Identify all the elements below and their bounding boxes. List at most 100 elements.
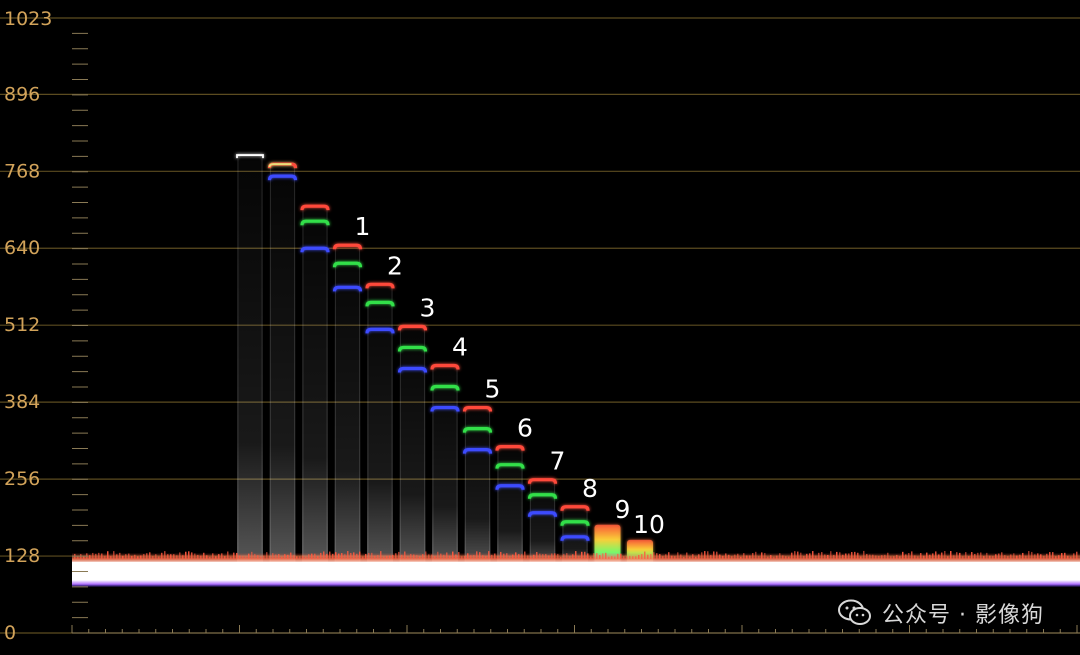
noise-speckle — [506, 553, 508, 559]
noise-speckle — [974, 554, 976, 559]
noise-speckle — [830, 551, 832, 559]
column-label: 4 — [452, 332, 468, 361]
noise-speckle — [224, 556, 226, 559]
noise-speckle — [956, 552, 958, 559]
noise-speckle — [923, 555, 925, 559]
noise-speckle — [713, 551, 715, 559]
noise-speckle — [1058, 555, 1060, 559]
noise-speckle — [911, 551, 913, 559]
noise-speckle — [845, 553, 847, 559]
noise-speckle — [158, 556, 160, 559]
noise-speckle — [509, 556, 511, 559]
noise-speckle — [179, 552, 181, 559]
noise-speckle — [944, 550, 946, 559]
noise-speckle — [323, 551, 325, 559]
noise-speckle — [143, 554, 145, 559]
noise-speckle — [1028, 551, 1030, 559]
noise-speckle — [860, 556, 862, 559]
noise-speckle — [293, 555, 295, 559]
noise-speckle — [833, 554, 835, 559]
noise-speckle — [587, 553, 589, 559]
noise-speckle — [401, 554, 403, 559]
noise-speckle — [242, 555, 244, 559]
noise-speckle — [95, 553, 97, 559]
noise-speckle — [671, 555, 673, 559]
noise-speckle — [878, 555, 880, 559]
watermark: 公众号 · 影像狗 — [838, 597, 1044, 629]
noise-speckle — [131, 555, 133, 559]
noise-speckle — [164, 551, 166, 559]
noise-speckle — [209, 556, 211, 559]
noise-speckle — [596, 553, 598, 559]
noise-speckle — [392, 555, 394, 559]
noise-speckle — [611, 556, 613, 559]
noise-speckle — [899, 556, 901, 559]
noise-speckle — [938, 554, 940, 559]
noise-speckle — [965, 552, 967, 559]
noise-speckle — [266, 552, 268, 559]
trace-column — [399, 326, 426, 567]
noise-speckle — [536, 551, 538, 559]
noise-speckle — [785, 556, 787, 559]
noise-speckle — [287, 554, 289, 559]
noise-speckle — [722, 555, 724, 559]
noise-speckle — [1022, 552, 1024, 559]
noise-speckle — [989, 555, 991, 559]
noise-speckle — [1016, 555, 1018, 559]
y-tick-label: 384 — [4, 391, 40, 413]
noise-speckle — [725, 553, 727, 559]
noise-speckle — [338, 553, 340, 559]
noise-speckle — [89, 555, 91, 559]
noise-speckle — [344, 554, 346, 559]
noise-speckle — [167, 554, 169, 559]
noise-speckle — [305, 556, 307, 559]
noise-speckle — [434, 556, 436, 559]
noise-speckle — [233, 552, 235, 559]
noise-speckle — [707, 551, 709, 559]
noise-speckle — [737, 553, 739, 559]
noise-speckle — [1037, 553, 1039, 559]
noise-speckle — [560, 556, 562, 559]
noise-speckle — [389, 555, 391, 559]
waveform-scope: 0 128 256 384 512 640 768 896 1023 12345678910 — [0, 8, 1080, 644]
noise-speckle — [764, 552, 766, 559]
noise-speckle — [758, 556, 760, 559]
noise-speckle — [875, 555, 877, 559]
noise-speckle — [881, 555, 883, 559]
noise-speckle — [125, 554, 127, 559]
noise-speckle — [218, 554, 220, 559]
noise-speckle — [761, 552, 763, 559]
noise-speckle — [557, 553, 559, 559]
column-label: 7 — [550, 447, 566, 476]
noise-speckle — [152, 556, 154, 559]
noise-speckle — [602, 553, 604, 559]
noise-speckle — [269, 555, 271, 559]
trace-column — [367, 284, 393, 567]
noise-speckle — [449, 555, 451, 559]
column-label: 9 — [615, 495, 631, 524]
wechat-icon — [838, 599, 872, 625]
noise-speckle — [1076, 551, 1078, 559]
noise-speckle — [941, 552, 943, 559]
column-label: 5 — [485, 375, 501, 404]
noise-speckle — [980, 552, 982, 559]
noise-speckle — [710, 555, 712, 559]
noise-speckle — [272, 553, 274, 559]
y-tick-label: 256 — [4, 468, 40, 490]
column-label: 8 — [582, 474, 598, 503]
noise-speckle — [368, 552, 370, 559]
noise-speckle — [614, 556, 616, 559]
noise-speckle — [221, 553, 223, 559]
noise-speckle — [254, 553, 256, 559]
noise-speckle — [866, 554, 868, 559]
noise-speckle — [914, 555, 916, 559]
noise-speckle — [626, 556, 628, 559]
noise-speckle — [857, 552, 859, 559]
noise-speckle — [638, 554, 640, 559]
noise-speckle — [275, 554, 277, 559]
noise-speckle — [188, 551, 190, 559]
noise-speckle — [353, 552, 355, 559]
noise-speckle — [674, 556, 676, 559]
noise-speckle — [1034, 554, 1036, 559]
noise-speckle — [548, 555, 550, 559]
